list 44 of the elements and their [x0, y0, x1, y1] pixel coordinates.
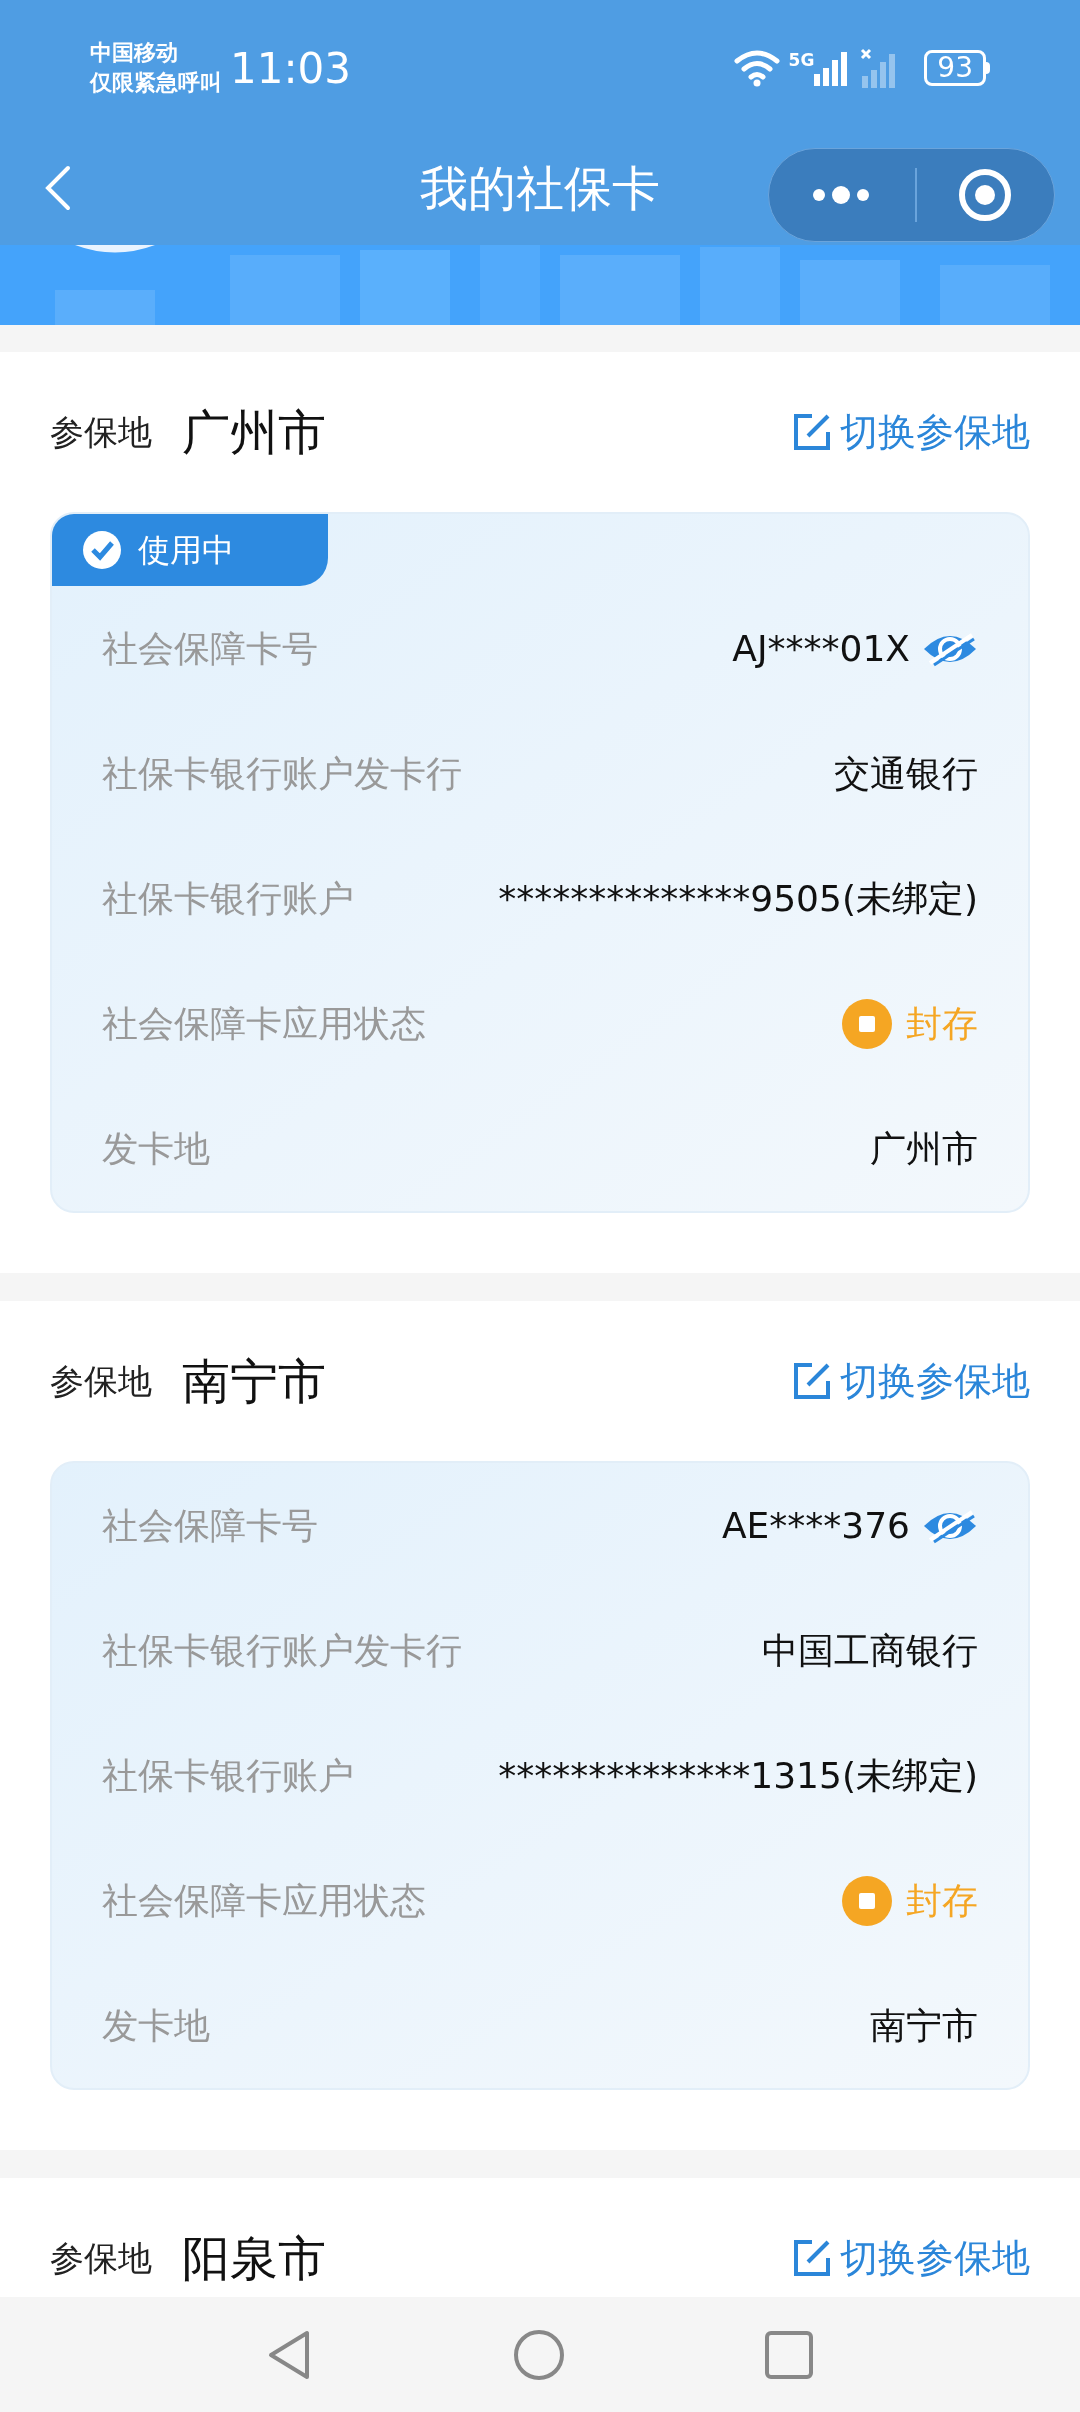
section-label: 参保地 [50, 2236, 152, 2280]
section-label: 参保地 [50, 1359, 152, 1403]
field-value: 中国工商银行 [762, 1628, 978, 1673]
recents-nav-icon[interactable] [765, 2330, 813, 2379]
city-name: 广州市 [182, 403, 326, 462]
edit-icon [792, 2238, 832, 2278]
field-value: 南宁市 [870, 2003, 978, 2048]
page-title: 我的社保卡 [420, 158, 660, 218]
field-label: 社会保障卡应用状态 [102, 1878, 426, 1923]
check-icon [82, 530, 122, 570]
status-value: 封存 [906, 1878, 978, 1923]
field-label: 社会保障卡号 [102, 1503, 318, 1548]
field-label: 社保卡银行账户 [102, 1753, 354, 1798]
field-label: 社保卡银行账户 [102, 876, 354, 921]
field-value: **************1315(未绑定) [498, 1753, 978, 1798]
field-value: AE****376 [721, 1503, 910, 1548]
carrier-name: 中国移动 [90, 39, 179, 67]
clock: 11:03 [230, 42, 352, 95]
network-type: 5G [788, 49, 815, 72]
edit-icon [792, 1361, 832, 1401]
field-label: 社会保障卡应用状态 [102, 1001, 426, 1046]
field-value: AJ****01X [732, 626, 910, 671]
switch-location-link[interactable]: 切换参保地 [792, 403, 1030, 461]
field-label: 社会保障卡号 [102, 626, 318, 671]
close-icon[interactable] [957, 167, 1013, 223]
switch-location-link[interactable]: 切换参保地 [792, 1352, 1030, 1410]
switch-location-link[interactable]: 切换参保地 [792, 2229, 1030, 2287]
section-label: 参保地 [50, 410, 152, 454]
field-value: 广州市 [870, 1126, 978, 1171]
status-value: 封存 [906, 1001, 978, 1046]
field-label: 社保卡银行账户发卡行 [102, 751, 462, 796]
carrier-status: 仅限紧急呼叫 [90, 69, 222, 97]
edit-icon [792, 412, 832, 452]
city-name: 南宁市 [182, 1352, 326, 1411]
field-value: 交通银行 [834, 751, 978, 796]
field-label: 社保卡银行账户发卡行 [102, 1628, 462, 1673]
in-use-badge: 使用中 [52, 514, 328, 586]
field-label: 发卡地 [102, 2003, 210, 2048]
city-name: 阳泉市 [182, 2229, 326, 2288]
wifi-icon [732, 49, 781, 87]
home-nav-icon[interactable] [513, 2328, 565, 2381]
battery-indicator: 93 [924, 50, 990, 86]
field-value: **************9505(未绑定) [498, 876, 978, 921]
field-label: 发卡地 [102, 1126, 210, 1171]
